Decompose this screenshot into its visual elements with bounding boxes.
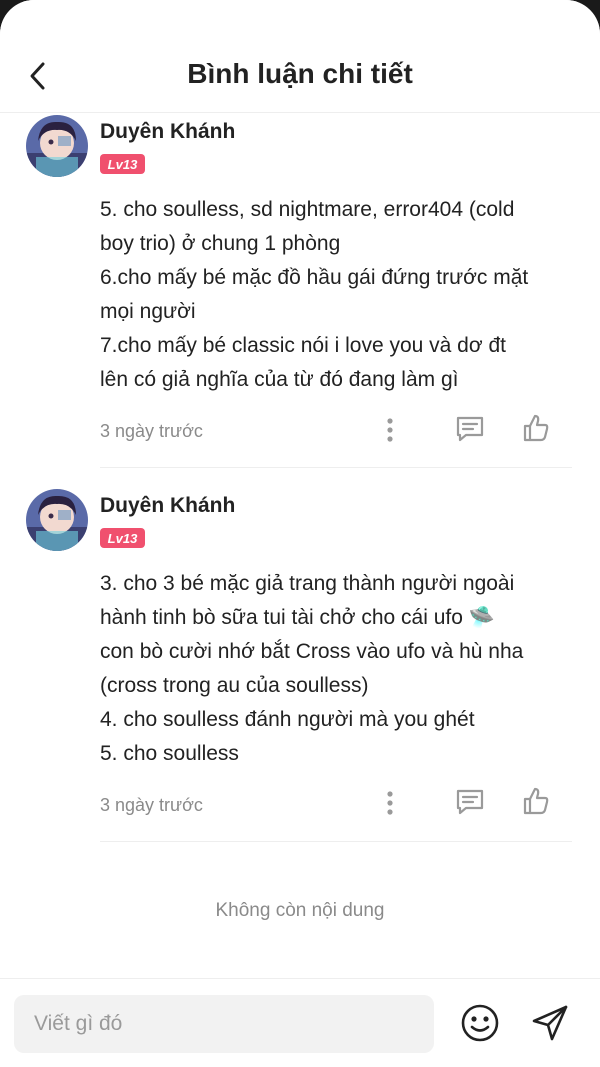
avatar[interactable] <box>26 115 88 177</box>
comment-input[interactable] <box>14 995 434 1053</box>
more-button[interactable] <box>372 412 408 448</box>
divider <box>100 841 572 842</box>
like-button[interactable] <box>518 410 554 446</box>
comment-time: 3 ngày trước <box>100 421 203 441</box>
thumbs-up-icon <box>523 787 549 815</box>
comment-composer <box>0 978 600 1067</box>
thumbs-up-icon <box>523 414 549 442</box>
more-vertical-icon <box>387 418 393 442</box>
reply-button[interactable] <box>452 784 488 820</box>
comment-line: 4. cho soulless đánh người mà you ghét <box>100 708 475 731</box>
emoji-button[interactable] <box>458 1001 502 1045</box>
comment-line: hành tinh bò sữa tui tài chở cho cái ufo… <box>100 606 495 629</box>
smiley-icon <box>461 1004 499 1042</box>
comment-line: con bò cười nhớ bắt Cross vào ufo và hù … <box>100 640 524 663</box>
more-button[interactable] <box>372 785 408 821</box>
header: Bình luận chi tiết <box>0 0 600 113</box>
comment-icon <box>456 789 484 815</box>
comment-text: 5. cho soulless, sd nightmare, error404 … <box>100 193 580 397</box>
author-name[interactable]: Duyên Khánh <box>100 494 235 518</box>
comment-line: 5. cho soulless, sd nightmare, error404 … <box>100 198 515 221</box>
comment-time: 3 ngày trước <box>100 795 203 815</box>
level-badge: Lv13 <box>100 154 145 174</box>
comment-line: (cross trong au của soulless) <box>100 674 369 697</box>
send-button[interactable] <box>528 1001 572 1045</box>
author-name[interactable]: Duyên Khánh <box>100 120 235 144</box>
reply-button[interactable] <box>452 411 488 447</box>
comment-line: 3. cho 3 bé mặc giả trang thành người ng… <box>100 572 515 595</box>
more-vertical-icon <box>387 791 393 815</box>
end-of-content-label: Không còn nội dung <box>215 900 385 921</box>
divider <box>100 467 572 468</box>
page-title: Bình luận chi tiết <box>187 58 413 89</box>
avatar-image <box>26 115 88 177</box>
send-icon <box>532 1005 568 1041</box>
comment-text: 3. cho 3 bé mặc giả trang thành người ng… <box>100 567 580 771</box>
comment-line: 6.cho mấy bé mặc đồ hầu gái đứng trước m… <box>100 266 529 289</box>
comment-line: lên có giả nghĩa của từ đó đang làm gì <box>100 368 459 391</box>
comment-line: 5. cho soulless <box>100 742 239 765</box>
avatar[interactable] <box>26 489 88 551</box>
like-button[interactable] <box>518 783 554 819</box>
level-badge: Lv13 <box>100 528 145 548</box>
comment-line: mọi người <box>100 300 196 323</box>
comment-icon <box>456 416 484 442</box>
comment-line: boy trio) ở chung 1 phòng <box>100 232 341 255</box>
screen: Bình luận chi tiết Duyên Khánh Lv13 5. c… <box>0 0 600 1067</box>
comment-line: 7.cho mấy bé classic nói i love you và d… <box>100 334 506 357</box>
avatar-image <box>26 489 88 551</box>
